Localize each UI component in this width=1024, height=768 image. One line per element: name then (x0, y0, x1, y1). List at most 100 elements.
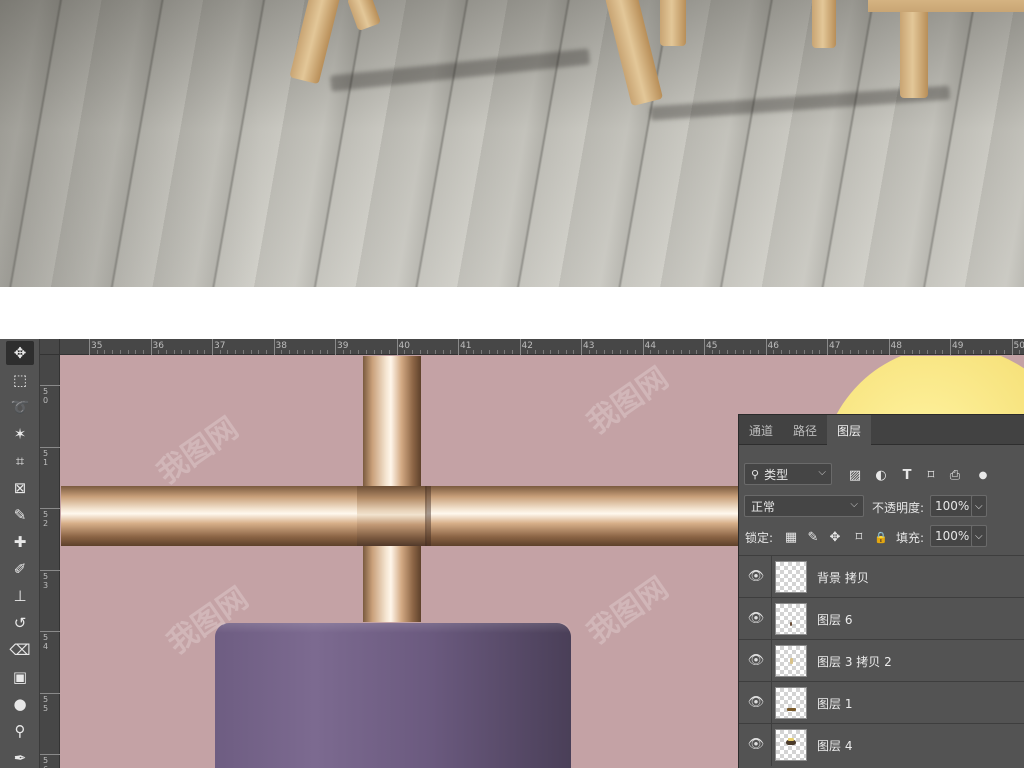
ruler-tick (40, 385, 60, 386)
crop-icon[interactable]: ⌗ (6, 449, 34, 473)
marquee-icon[interactable]: ⬚ (6, 368, 34, 392)
ruler-minor-tick (542, 350, 544, 354)
ruler-minor-tick (719, 350, 721, 354)
chair-leg (812, 0, 836, 48)
eye-icon[interactable]: 👁 (748, 610, 765, 626)
ruler-minor-tick (312, 350, 313, 354)
frame-icon[interactable]: ⊠ (6, 476, 34, 500)
ruler-tick (950, 339, 951, 355)
ruler-minor-tick (627, 350, 629, 354)
ruler-tick (765, 339, 767, 355)
lock-position-icon[interactable]: ✥ (827, 529, 843, 545)
ruler-tick (40, 446, 60, 448)
layer-name: 背景 拷贝 (817, 571, 869, 585)
ruler-minor-tick (135, 350, 137, 354)
layer-row[interactable]: 👁 图层 6 (739, 597, 1024, 640)
layer-row[interactable]: 👁 图层 1 (739, 681, 1024, 724)
eyedropper-icon[interactable]: ✎ (6, 503, 34, 527)
layers-panel: 通道 路径 图层 ⚲ 类型 ⌵ ▨ ◐ T ⌑ ⎙ ● 正常 ⌵ 不透明度: 1… (738, 414, 1024, 768)
ruler-minor-tick (473, 350, 475, 354)
lock-transparent-icon[interactable]: ▦ (783, 529, 799, 545)
ruler-minor-tick (957, 350, 959, 354)
layer-thumbnail (775, 603, 807, 635)
opacity-dropdown[interactable]: ⌵ (971, 495, 987, 517)
eye-icon[interactable]: 👁 (748, 736, 765, 752)
ruler-minor-tick (142, 350, 144, 354)
dodge-icon[interactable]: ⚲ (6, 719, 34, 743)
drop-icon[interactable]: ● (6, 692, 34, 716)
ruler-tick (519, 339, 521, 355)
gradient-icon[interactable]: ▣ (6, 665, 34, 689)
layer-name: 图层 1 (817, 697, 853, 711)
layer-row[interactable]: 👁 背景 拷贝 (739, 555, 1024, 598)
ruler-tick-label: 5 4 (43, 633, 49, 651)
ruler-minor-tick (173, 350, 175, 354)
ruler-minor-tick (650, 350, 652, 354)
chevron-down-icon: ⌵ (850, 499, 858, 510)
magic-wand-icon[interactable]: ✶ (6, 422, 34, 446)
eye-icon[interactable]: 👁 (748, 694, 765, 710)
ruler-tick (642, 339, 644, 355)
lasso-icon[interactable]: ➰ (6, 395, 34, 419)
ruler-tick (150, 339, 152, 355)
ruler-tick (458, 339, 459, 355)
ruler-minor-tick (996, 350, 998, 354)
ruler-minor-tick (750, 350, 752, 354)
layer-thumbnail (775, 729, 807, 761)
tab-layers[interactable]: 图层 (827, 415, 871, 445)
ruler-tick (40, 508, 60, 509)
layer-row[interactable]: 👁 图层 4 (739, 723, 1024, 766)
lock-label: 锁定: (745, 531, 774, 545)
purple-cylinder (215, 623, 571, 768)
image-filter-icon[interactable]: ▨ (847, 467, 863, 483)
fill-dropdown[interactable]: ⌵ (971, 525, 987, 547)
ruler-tick (704, 339, 705, 355)
blend-mode-select[interactable]: 正常 ⌵ (744, 495, 864, 517)
opacity-label: 不透明度: (872, 501, 925, 515)
pen-icon[interactable]: ✒ (6, 746, 34, 768)
layer-row[interactable]: 👁 图层 3 拷贝 2 (739, 639, 1024, 682)
lock-image-icon[interactable]: ✎ (805, 529, 821, 545)
tab-paths[interactable]: 路径 (783, 415, 827, 445)
ruler-minor-tick (358, 350, 360, 354)
toggle-filter-icon[interactable]: ● (975, 467, 991, 483)
smart-object-filter-icon[interactable]: ⎙ (947, 467, 963, 483)
type-filter-icon[interactable]: T (899, 467, 915, 483)
ruler-minor-tick (319, 350, 321, 354)
ruler-minor-tick (350, 350, 352, 354)
ruler-minor-tick (342, 350, 344, 354)
ruler-minor-tick (104, 350, 106, 354)
shape-filter-icon[interactable]: ⌑ (923, 467, 939, 483)
eye-icon[interactable]: 👁 (748, 568, 765, 584)
ruler-minor-tick (919, 350, 921, 354)
move-icon[interactable]: ✥ (6, 341, 34, 365)
ruler-minor-tick (880, 350, 882, 354)
layer-filter-select[interactable]: ⚲ 类型 ⌵ (744, 463, 832, 485)
lock-artboard-icon[interactable]: ⌑ (851, 529, 867, 545)
vertical-ruler[interactable]: 5 0 5 1 5 2 5 3 5 4 5 5 5 6 (40, 355, 60, 768)
adjustment-filter-icon[interactable]: ◐ (873, 467, 889, 483)
photo-left-shade (0, 0, 260, 287)
eye-icon[interactable]: 👁 (748, 652, 765, 668)
ruler-minor-tick (796, 350, 798, 354)
ruler-minor-tick (873, 350, 875, 354)
ruler-minor-tick (504, 350, 506, 354)
ruler-origin[interactable] (40, 339, 60, 355)
chevron-down-icon: ⌵ (818, 467, 826, 478)
history-brush-icon[interactable]: ↺ (6, 611, 34, 635)
ruler-minor-tick (181, 350, 183, 354)
bandage-icon[interactable]: ✚ (6, 530, 34, 554)
ruler-minor-tick (865, 350, 867, 354)
ruler-minor-tick (258, 350, 260, 354)
brush-icon[interactable]: ✐ (6, 557, 34, 581)
ruler-minor-tick (573, 350, 575, 354)
tab-channels[interactable]: 通道 (739, 415, 783, 445)
eraser-icon[interactable]: ⌫ (6, 638, 34, 662)
horizontal-ruler[interactable]: 35 36 37 38 39 40 41 42 43 44 45 46 47 48 49 50 (60, 339, 1024, 355)
layer-name: 图层 3 拷贝 2 (817, 655, 892, 669)
stamp-icon[interactable]: ⊥ (6, 584, 34, 608)
ruler-minor-tick (189, 350, 190, 354)
ruler-minor-tick (773, 350, 775, 354)
ruler-minor-tick (488, 350, 490, 354)
lock-all-icon[interactable]: 🔒 (873, 529, 889, 545)
